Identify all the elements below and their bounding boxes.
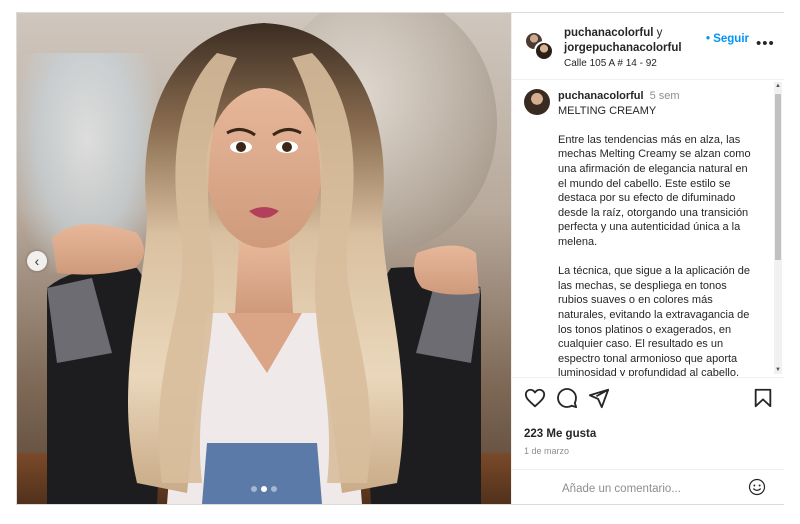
likes-count[interactable]: 223 Me gusta (524, 428, 596, 440)
heart-icon[interactable] (524, 387, 546, 409)
post-header: puchanacolorful y jorgepuchanacolorful C… (512, 13, 784, 80)
scroll-thumb[interactable] (775, 94, 781, 260)
post-media[interactable]: ‹ (17, 13, 511, 504)
carousel-indicators (17, 486, 511, 492)
avatar (534, 41, 554, 61)
instagram-post-modal: ‹ puchanacolorful y jorgepuchanacolorful… (16, 12, 784, 505)
carousel-prev-button[interactable]: ‹ (27, 251, 47, 271)
post-location[interactable]: Calle 105 A # 14 - 92 (564, 58, 657, 69)
post-actions: 223 Me gusta 1 de marzo (512, 377, 784, 470)
emoji-icon[interactable] (748, 478, 766, 496)
coauthor-username[interactable]: jorgepuchanacolorful (564, 42, 682, 54)
carousel-dot-active (261, 486, 267, 492)
author-conjunction: y (656, 27, 663, 39)
caption-paragraph: La técnica, que sigue a la aplicación de… (558, 265, 751, 376)
follow-button[interactable]: • Seguir (706, 33, 749, 45)
comment-input[interactable] (560, 479, 744, 499)
author-username[interactable]: puchanacolorful (564, 27, 653, 39)
comment-icon[interactable] (556, 387, 578, 409)
carousel-dot (271, 486, 277, 492)
caption-scroll-area[interactable]: puchanacolorful 5 sem MELTING CREAMY Entr… (512, 80, 784, 376)
comment-box (512, 469, 784, 505)
author-avatars[interactable] (524, 31, 554, 61)
scroll-down-icon[interactable]: ▼ (774, 366, 782, 374)
caption: puchanacolorful 5 sem MELTING CREAMY Entr… (558, 89, 758, 376)
scroll-up-icon[interactable]: ▲ (774, 82, 782, 90)
carousel-dot (251, 486, 257, 492)
caption-title: MELTING CREAMY (558, 104, 657, 117)
share-icon[interactable] (588, 387, 610, 409)
caption-time: 5 sem (649, 90, 680, 102)
post-photo (47, 23, 481, 504)
save-icon[interactable] (752, 387, 774, 409)
author-names: puchanacolorful y jorgepuchanacolorful C… (564, 26, 724, 71)
chevron-left-icon: ‹ (34, 253, 40, 269)
avatar[interactable] (524, 89, 550, 115)
more-options-icon[interactable]: ••• (756, 35, 775, 52)
caption-paragraph: Entre las tendencias más en alza, las me… (558, 133, 751, 248)
post-side-panel: puchanacolorful y jorgepuchanacolorful C… (511, 13, 784, 504)
caption-username[interactable]: puchanacolorful (558, 90, 644, 102)
scrollbar[interactable]: ▲ ▼ (774, 82, 782, 374)
post-date[interactable]: 1 de marzo (524, 446, 569, 456)
